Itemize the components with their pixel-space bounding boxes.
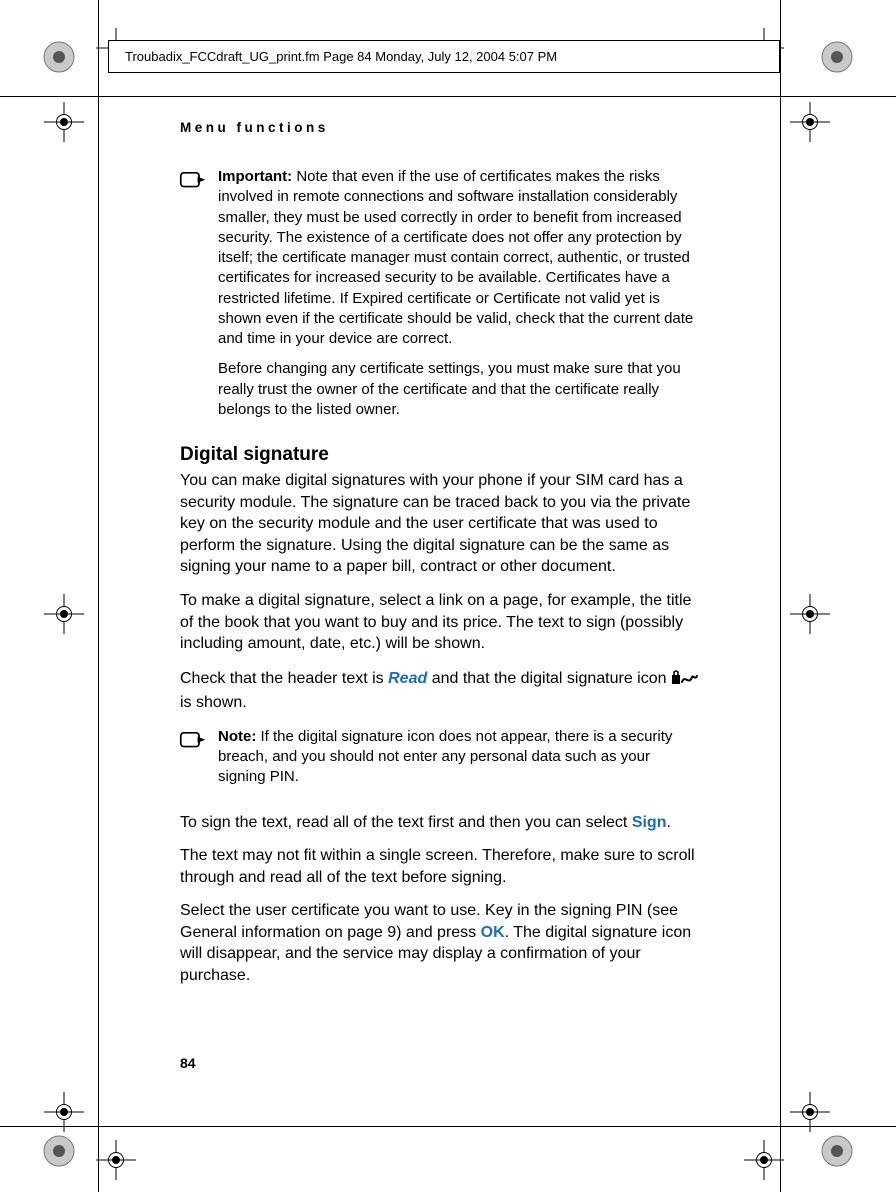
- registration-coin-icon: [820, 1134, 854, 1168]
- page-content: Menu functions Important: Note that even…: [180, 120, 700, 1071]
- body-p3: Check that the header text is Read and t…: [180, 667, 700, 715]
- body-p1: You can make digital signatures with you…: [180, 470, 700, 578]
- registration-cross-icon: [44, 594, 84, 634]
- page-number: 84: [180, 1055, 700, 1071]
- important-body: Important: Note that even if the use of …: [218, 167, 700, 430]
- registration-cross-icon: [96, 1140, 136, 1180]
- important-label: Important:: [218, 168, 292, 185]
- crop-line-left: [98, 0, 99, 1192]
- registration-cross-icon: [44, 1092, 84, 1132]
- body-p2: To make a digital signature, select a li…: [180, 590, 700, 655]
- ui-term-read: Read: [388, 670, 427, 687]
- slug-text: Troubadix_FCCdraft_UG_print.fm Page 84 M…: [125, 49, 557, 64]
- print-header-slug: Troubadix_FCCdraft_UG_print.fm Page 84 M…: [108, 40, 780, 73]
- body-p5: The text may not fit within a single scr…: [180, 845, 700, 888]
- important-callout: Important: Note that even if the use of …: [180, 167, 700, 430]
- registration-coin-icon: [42, 40, 76, 74]
- crop-line-right: [780, 0, 781, 1192]
- crop-line-bottom: [0, 1126, 896, 1127]
- running-head: Menu functions: [180, 120, 700, 135]
- digital-signature-icon: [671, 670, 697, 686]
- registration-coin-icon: [42, 1134, 76, 1168]
- registration-cross-icon: [790, 594, 830, 634]
- note-callout: Note: If the digital signature icon does…: [180, 727, 700, 798]
- registration-cross-icon: [790, 1092, 830, 1132]
- important-icon: [180, 169, 206, 195]
- body-p6: Select the user certificate you want to …: [180, 900, 700, 986]
- note-label: Note:: [218, 728, 256, 745]
- crop-line-top: [0, 96, 896, 97]
- registration-cross-icon: [44, 102, 84, 142]
- important-text-1: Note that even if the use of certificate…: [218, 168, 693, 347]
- registration-cross-icon: [744, 1140, 784, 1180]
- important-text-2: Before changing any certificate settings…: [218, 359, 700, 420]
- registration-cross-icon: [790, 102, 830, 142]
- registration-coin-icon: [820, 40, 854, 74]
- body-p4: To sign the text, read all of the text f…: [180, 812, 700, 834]
- note-text: If the digital signature icon does not a…: [218, 728, 672, 786]
- note-body: Note: If the digital signature icon does…: [218, 727, 700, 798]
- ui-term-sign: Sign: [632, 814, 667, 831]
- note-icon: [180, 729, 206, 755]
- section-heading: Digital signature: [180, 444, 700, 466]
- ui-term-ok: OK: [481, 924, 505, 941]
